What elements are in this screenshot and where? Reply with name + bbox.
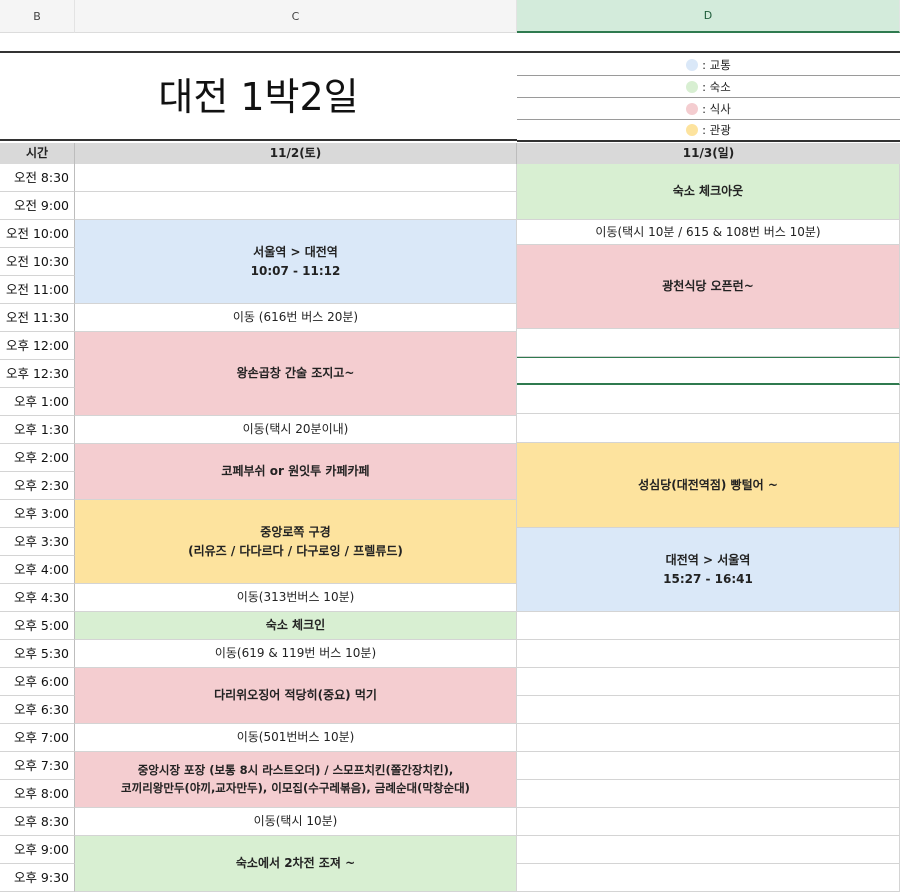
- day2-empty-cell[interactable]: [517, 385, 900, 414]
- day2-empty-cell[interactable]: [517, 724, 900, 752]
- time-cell[interactable]: 오후 6:00: [0, 668, 75, 696]
- time-cell[interactable]: 오후 8:00: [0, 780, 75, 808]
- day2-checkout[interactable]: 숙소 체크아웃: [517, 164, 900, 220]
- time-cell[interactable]: 오후 3:30: [0, 528, 75, 556]
- day2-train-back[interactable]: 대전역 > 서울역 15:27 - 16:41: [517, 528, 900, 612]
- day1-move-1[interactable]: 이동 (616번 버스 20분): [75, 304, 517, 332]
- time-cell[interactable]: 오전 11:30: [0, 304, 75, 332]
- legend-swatch-lodging: [686, 80, 699, 93]
- legend-label: : 관광: [702, 123, 731, 137]
- day1-move-2[interactable]: 이동(택시 20분이내): [75, 416, 517, 444]
- day2-selected-cell[interactable]: [517, 357, 900, 385]
- time-cell[interactable]: 오전 11:00: [0, 276, 75, 304]
- time-cell[interactable]: 오후 9:30: [0, 864, 75, 892]
- column-header-b[interactable]: B: [0, 0, 75, 33]
- day2-move-1[interactable]: 이동(택시 10분 / 615 & 108번 버스 10분): [517, 220, 900, 245]
- day2-empty-cell[interactable]: [517, 612, 900, 640]
- time-cell[interactable]: 오전 9:00: [0, 192, 75, 220]
- day1-train-go[interactable]: 서울역 > 대전역 10:07 - 11:12: [75, 220, 517, 304]
- time-cell[interactable]: 오후 1:30: [0, 416, 75, 444]
- legend-label: : 숙소: [702, 79, 731, 94]
- legend-item-sightseeing: : 관광: [517, 120, 900, 142]
- time-cell[interactable]: 오후 9:00: [0, 836, 75, 864]
- time-cell[interactable]: 오전 10:00: [0, 220, 75, 248]
- tour-places: (리유즈 / 다다르다 / 다구로잉 / 프렐류드): [188, 543, 403, 558]
- day2-brunch[interactable]: 광천식당 오픈런~: [517, 245, 900, 329]
- time-cell[interactable]: 오후 6:30: [0, 696, 75, 724]
- header-time[interactable]: 시간: [0, 143, 75, 164]
- legend-swatch-transport: [686, 58, 699, 71]
- market-line-2: 코끼리왕만두(야끼,교자만두), 이모집(수구레볶음), 금례순대(막창순대): [121, 780, 470, 795]
- day1-lunch[interactable]: 왕손곱창 간술 조지고~: [75, 332, 517, 416]
- legend-item-transport: : 교통: [517, 54, 900, 76]
- day2-empty-cell[interactable]: [517, 808, 900, 836]
- day1-move-6[interactable]: 이동(택시 10분): [75, 808, 517, 836]
- day2-empty-cell[interactable]: [517, 696, 900, 724]
- time-cell[interactable]: 오전 10:30: [0, 248, 75, 276]
- day1-move-3[interactable]: 이동(313번버스 10분): [75, 584, 517, 612]
- day2-empty-cell[interactable]: [517, 414, 900, 443]
- time-cell[interactable]: 오후 3:00: [0, 500, 75, 528]
- day1-dinner[interactable]: 다리위오징어 적당히(중요) 먹기: [75, 668, 517, 724]
- time-cell[interactable]: 오후 8:30: [0, 808, 75, 836]
- legend-label: : 식사: [702, 101, 731, 116]
- day2-empty-cell[interactable]: [517, 780, 900, 808]
- header-day1[interactable]: 11/2(토): [75, 143, 517, 164]
- day1-cafe[interactable]: 코페부쉬 or 원잇투 카페카페: [75, 444, 517, 500]
- day2-empty-cell[interactable]: [517, 836, 900, 864]
- market-line-1: 중앙시장 포장 (보통 8시 라스트오더) / 스모프치킨(쫄간장치킨),: [137, 762, 454, 777]
- day1-move-4[interactable]: 이동(619 & 119번 버스 10분): [75, 640, 517, 668]
- legend-label: : 교통: [702, 57, 731, 72]
- time-cell[interactable]: 오후 5:30: [0, 640, 75, 668]
- train-back-route: 대전역 > 서울역: [665, 552, 751, 567]
- time-cell[interactable]: 오후 2:30: [0, 472, 75, 500]
- legend-swatch-meal: [686, 102, 699, 115]
- time-cell[interactable]: 오후 2:00: [0, 444, 75, 472]
- legend-item-lodging: : 숙소: [517, 76, 900, 98]
- blank-row: [0, 33, 900, 53]
- legend-item-meal: : 식사: [517, 98, 900, 120]
- train-go-route: 서울역 > 대전역: [253, 244, 338, 259]
- day2-bakery[interactable]: 성심당(대전역점) 빵털어 ~: [517, 443, 900, 528]
- day2-empty-cell[interactable]: [517, 864, 900, 892]
- time-cell[interactable]: 오후 12:00: [0, 332, 75, 360]
- day1-checkin[interactable]: 숙소 체크인: [75, 612, 517, 640]
- train-go-time: 10:07 - 11:12: [250, 263, 341, 278]
- train-back-time: 15:27 - 16:41: [663, 571, 753, 586]
- spreadsheet: B C D 대전 1박2일 : 교통 : 숙소 : 식사 : 관광 시간 11/…: [0, 0, 900, 892]
- time-cell[interactable]: 오후 7:30: [0, 752, 75, 780]
- time-cell[interactable]: 오후 12:30: [0, 360, 75, 388]
- column-header-d[interactable]: D: [517, 0, 900, 33]
- time-cell[interactable]: 오후 5:00: [0, 612, 75, 640]
- day2-empty-cell[interactable]: [517, 329, 900, 357]
- time-cell[interactable]: 오후 1:00: [0, 388, 75, 416]
- time-cell[interactable]: 오전 8:30: [0, 164, 75, 192]
- day1-second-round[interactable]: 숙소에서 2차전 조져 ~: [75, 836, 517, 892]
- day1-tour[interactable]: 중앙로쪽 구경 (리유즈 / 다다르다 / 다구로잉 / 프렐류드): [75, 500, 517, 584]
- legend-swatch-sightseeing: [686, 124, 699, 136]
- day1-move-5[interactable]: 이동(501번버스 10분): [75, 724, 517, 752]
- time-cell[interactable]: 오후 7:00: [0, 724, 75, 752]
- time-cell[interactable]: 오후 4:00: [0, 556, 75, 584]
- day2-empty-cell[interactable]: [517, 640, 900, 668]
- day2-empty-cell[interactable]: [517, 752, 900, 780]
- day2-empty-cell[interactable]: [517, 668, 900, 696]
- column-header-c[interactable]: C: [75, 0, 517, 33]
- day1-empty-cell[interactable]: [75, 192, 517, 220]
- day1-market[interactable]: 중앙시장 포장 (보통 8시 라스트오더) / 스모프치킨(쫄간장치킨), 코끼…: [75, 752, 517, 808]
- page-title: 대전 1박2일: [0, 55, 517, 141]
- tour-title: 중앙로쪽 구경: [260, 524, 331, 539]
- day1-empty-cell[interactable]: [75, 164, 517, 192]
- header-day2[interactable]: 11/3(일): [517, 143, 900, 164]
- time-cell[interactable]: 오후 4:30: [0, 584, 75, 612]
